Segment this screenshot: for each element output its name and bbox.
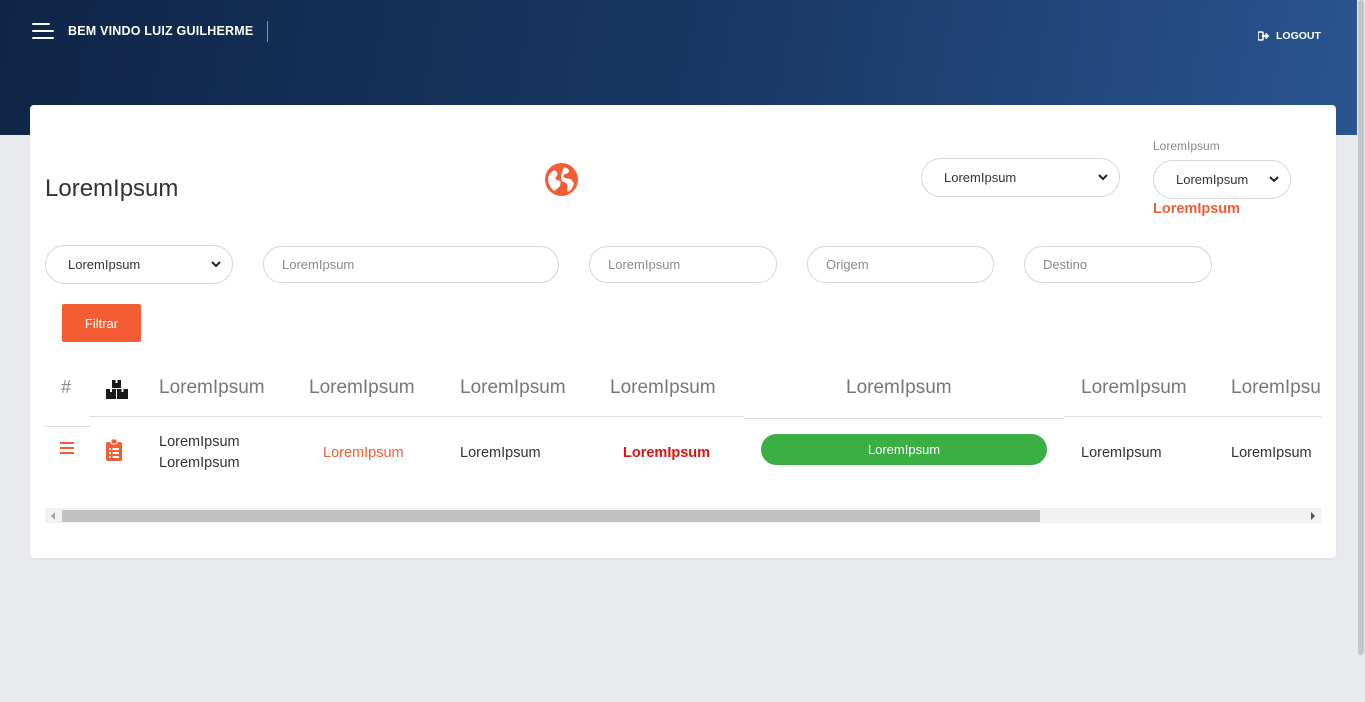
table-header: LoremIpsum: [610, 377, 716, 398]
table-header: LoremIpsum: [309, 377, 415, 398]
table-header-hash: #: [61, 377, 72, 397]
scroll-left-icon[interactable]: [51, 512, 55, 520]
table-cell: LoremIpsum: [159, 434, 240, 450]
header-divider-line: [744, 418, 1064, 419]
status-badge[interactable]: LoremIpsum: [761, 434, 1047, 465]
page-title: LoremIpsum: [45, 175, 179, 202]
header-divider: [267, 21, 268, 42]
header-divider-line: [1064, 416, 1321, 417]
table-cell: LoremIpsum: [1081, 445, 1162, 461]
header-divider-line: [45, 426, 90, 427]
filter-input-2[interactable]: [589, 246, 777, 283]
top-select-label: LoremIpsum: [1153, 139, 1220, 153]
destino-input[interactable]: [1024, 246, 1212, 283]
table-horizontal-scrollbar[interactable]: [45, 508, 1321, 523]
top-select-2-value: LoremIpsum: [1176, 172, 1249, 187]
table-cell: LoremIpsum: [460, 445, 541, 461]
filtrar-button[interactable]: Filtrar: [62, 304, 141, 342]
page-scrollbar[interactable]: [1357, 0, 1365, 702]
top-select-1-value: LoremIpsum: [944, 170, 1017, 185]
origem-input[interactable]: [807, 246, 994, 283]
boxes-icon: [106, 380, 128, 399]
data-table: # LoremIpsum LoremIpsum LoremIpsum Lorem…: [45, 363, 1321, 508]
filter-select[interactable]: LoremIpsum: [45, 245, 233, 284]
table-header: LoremIpsu: [1231, 377, 1321, 398]
table-cell: LoremIpsum: [159, 455, 240, 471]
table-header: LoremIpsum: [159, 377, 265, 398]
chevron-down-icon: [1269, 176, 1279, 183]
main-card: LoremIpsum LoremIpsum LoremIpsum LoremIp…: [30, 105, 1336, 558]
filter-select-value: LoremIpsum: [68, 257, 141, 272]
chevron-down-icon: [211, 261, 221, 268]
sign-out-icon: [1258, 31, 1270, 41]
logout-button[interactable]: LOGOUT: [1258, 30, 1321, 42]
highlight-value: LoremIpsum: [1153, 201, 1241, 217]
top-select-2[interactable]: LoremIpsum: [1153, 160, 1291, 199]
clipboard-list-icon[interactable]: [106, 439, 122, 461]
welcome-text: BEM VINDO LUIZ GUILHERME: [68, 24, 254, 38]
header-divider-line: [90, 416, 744, 417]
table-cell: LoremIpsum: [323, 445, 404, 461]
table-header: LoremIpsum: [846, 377, 952, 398]
bars-icon[interactable]: [60, 442, 74, 454]
table-scrollbar-thumb[interactable]: [62, 510, 1040, 522]
table-header: LoremIpsum: [1081, 377, 1187, 398]
chevron-down-icon: [1098, 174, 1108, 181]
table-header: LoremIpsum: [460, 377, 566, 398]
logout-label: LOGOUT: [1276, 30, 1321, 42]
table-cell: LoremIpsum: [623, 445, 711, 461]
globe-icon: [545, 163, 578, 196]
scroll-right-icon[interactable]: [1311, 512, 1315, 520]
filter-input-1[interactable]: [263, 246, 559, 283]
hamburger-icon[interactable]: [32, 22, 54, 40]
page-scrollbar-thumb[interactable]: [1358, 0, 1364, 655]
top-select-1[interactable]: LoremIpsum: [921, 158, 1120, 197]
table-cell: LoremIpsum: [1231, 445, 1312, 461]
